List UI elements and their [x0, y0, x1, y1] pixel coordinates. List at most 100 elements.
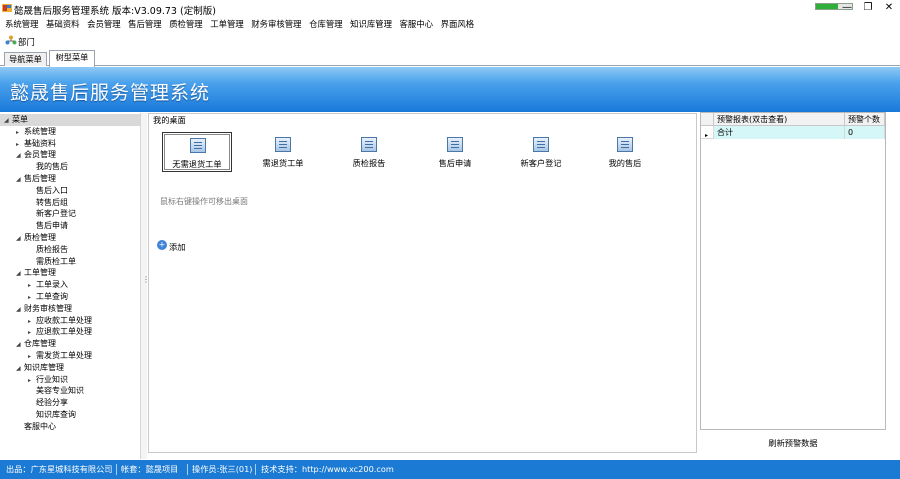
tree-item-label: 质检管理 — [24, 233, 56, 242]
tree-item-label: 行业知识 — [36, 374, 68, 384]
tree-item[interactable]: ◢ 会员管理 — [0, 149, 140, 161]
tab-navigation-menu[interactable]: 导航菜单 — [4, 52, 47, 66]
tree-item[interactable]: ▸ 工单查询 — [0, 291, 140, 303]
restore-button[interactable]: ❐ — [857, 1, 879, 15]
menu-work-order[interactable]: 工单管理 — [205, 17, 244, 31]
banner-title: 懿晟售后服务管理系统 — [10, 82, 211, 104]
status-bar: 出品：广东星城科技有限公司 帐套：懿晟项目 操作员:张三(01) 技术支持：ht… — [0, 460, 900, 479]
tree-menu: ◢ 菜单 ▸ 系统管理 ▸ 基础资料 ◢ 会员管理 我的售后 ◢ 售后管理 售后入口转售后组 新客户登记… — [0, 113, 141, 459]
tree-item[interactable]: ◢ 知识库管理 — [0, 362, 140, 374]
alert-report-panel: 预警报表(双击查看) 预警个数 ▸ 合计 0 — [700, 112, 886, 430]
tree-item[interactable]: ◢ 工单管理 — [0, 267, 140, 279]
tree-item[interactable]: ▸ 需发货工单处理 — [0, 350, 140, 362]
cell-report-name[interactable]: 合计 — [714, 126, 845, 139]
shortcut-label: 新客户登记 — [520, 158, 562, 168]
shortcut-label: 需退货工单 — [262, 158, 304, 168]
tree-item[interactable]: ▸ 工单录入 — [0, 279, 140, 291]
alert-table-header: 预警报表(双击查看) 预警个数 — [701, 113, 885, 126]
tab-bar: 导航菜单 树型菜单 — [0, 50, 900, 67]
minimize-button[interactable]: — — [836, 1, 858, 15]
shortcut-new-customer[interactable]: 新客户登记 — [506, 132, 576, 172]
menu-finance[interactable]: 财务审核管理 — [246, 17, 301, 31]
cell-alert-count[interactable]: 0 — [845, 126, 885, 139]
tree-item-label: 工单录入 — [36, 280, 68, 290]
tree-item[interactable]: 质检报告 — [0, 244, 140, 256]
column-header-report[interactable]: 预警报表(双击查看) — [714, 113, 845, 126]
shortcut-label: 售后申请 — [438, 158, 472, 168]
status-account: 帐套：懿晟项目 — [121, 464, 179, 474]
tree-item[interactable]: ▸ 行业知识 — [0, 374, 140, 386]
menu-base-data[interactable]: 基础资料 — [41, 17, 80, 31]
tree-item-label: 仓库管理 — [24, 339, 56, 349]
tree-item[interactable]: 知识库查询 — [0, 409, 140, 421]
menu-theme[interactable]: 界面风格 — [436, 17, 475, 31]
menu-after-sales[interactable]: 售后管理 — [123, 17, 162, 31]
tree-item[interactable]: 客服中心 — [0, 421, 140, 433]
tree-item[interactable]: ◢ 菜单 — [0, 114, 140, 126]
refresh-alerts-button[interactable]: 刷新预警数据 — [700, 437, 886, 449]
shortcut-return-order[interactable]: 需退货工单 — [248, 132, 318, 172]
status-support: 技术支持：http://www.xc200.com — [261, 464, 394, 474]
tree-item-label: 售后入口 — [36, 185, 68, 195]
close-button[interactable]: ✕ — [878, 1, 900, 15]
status-producer: 出品：广东星城科技有限公司 — [6, 464, 113, 474]
tree-item[interactable]: 经验分享 — [0, 397, 140, 409]
tree-item-label: 知识库查询 — [36, 410, 76, 419]
tree-item[interactable]: ◢ 质检管理 — [0, 232, 140, 244]
app-icon — [2, 4, 12, 12]
desktop-legend: 我的桌面 — [153, 114, 188, 126]
tree-item-label: 财务审核管理 — [24, 303, 72, 313]
menu-member[interactable]: 会员管理 — [82, 17, 121, 31]
tree-item[interactable]: 售后入口 — [0, 185, 140, 197]
tree-item-label: 工单管理 — [24, 268, 56, 278]
tree-item[interactable]: 转售后组 — [0, 197, 140, 209]
tree-item-label: 售后申请 — [36, 221, 68, 231]
row-pointer-icon: ▸ — [705, 132, 709, 139]
tree-item[interactable]: 美容专业知识 — [0, 385, 140, 397]
tree-item-label: 工单查询 — [36, 292, 68, 301]
tree-item[interactable]: ◢ 售后管理 — [0, 173, 140, 185]
tree-item[interactable]: ▸ 系统管理 — [0, 126, 140, 138]
splitter-handle[interactable]: ⋮ — [141, 113, 150, 459]
tree-item-label: 售后管理 — [24, 174, 56, 183]
window-title: 懿晟售后服务管理系统 版本:V3.09.73 (定制版) — [14, 6, 216, 17]
tree-item[interactable]: ◢ 仓库管理 — [0, 338, 140, 350]
shortcut-my-after-sales[interactable]: 我的售后 — [590, 132, 660, 172]
tree-item[interactable]: ▸ 基础资料 — [0, 138, 140, 150]
my-desktop-panel: 我的桌面 无需退货工单 需退货工单 质检报告 售后申请 新客户登记 我的售后 鼠… — [148, 113, 697, 453]
department-icon[interactable] — [5, 35, 17, 46]
tree-item[interactable]: 售后申请 — [0, 220, 140, 232]
tree-item[interactable]: 我的售后 — [0, 161, 140, 173]
shortcut-after-sales-request[interactable]: 售后申请 — [420, 132, 490, 172]
tree-item-label: 客服中心 — [24, 421, 56, 431]
menu-service-center[interactable]: 客服中心 — [395, 17, 434, 31]
tab-tree-menu[interactable]: 树型菜单 — [49, 50, 95, 67]
shortcut-quality-report[interactable]: 质检报告 — [334, 132, 404, 172]
form-icon — [190, 138, 206, 153]
tree-item-label: 知识库管理 — [24, 362, 64, 372]
tree-item[interactable]: ▸ 应收款工单处理 — [0, 315, 140, 327]
form-icon — [275, 137, 291, 152]
status-separator — [187, 464, 188, 475]
menu-quality[interactable]: 质检管理 — [164, 17, 203, 31]
tree-item[interactable]: ▸ 应退款工单处理 — [0, 326, 140, 338]
tree-item-label: 需发货工单处理 — [36, 351, 92, 360]
column-header-count[interactable]: 预警个数 — [845, 113, 885, 126]
menu-system[interactable]: 系统管理 — [0, 17, 39, 31]
menu-warehouse[interactable]: 仓库管理 — [304, 17, 343, 31]
tree-item[interactable]: 需质检工单 — [0, 256, 140, 268]
shortcut-no-return-order[interactable]: 无需退货工单 — [162, 132, 232, 172]
department-button[interactable]: 部门 — [18, 36, 35, 48]
tree-item-label: 应收款工单处理 — [36, 315, 92, 325]
table-row[interactable]: ▸ 合计 0 — [701, 126, 885, 139]
tree-item[interactable]: ◢ 财务审核管理 — [0, 303, 140, 315]
tree-item-label: 我的售后 — [36, 162, 68, 172]
status-operator: 操作员:张三(01) — [192, 464, 253, 474]
tree-item[interactable]: 新客户登记 — [0, 208, 140, 220]
menu-knowledge[interactable]: 知识库管理 — [345, 17, 392, 31]
shortcut-label: 无需退货工单 — [172, 159, 222, 169]
tree-item-label: 系统管理 — [24, 126, 56, 136]
row-indicator: ▸ — [701, 126, 714, 139]
tree-item-label: 经验分享 — [36, 398, 68, 408]
form-icon — [447, 137, 463, 152]
